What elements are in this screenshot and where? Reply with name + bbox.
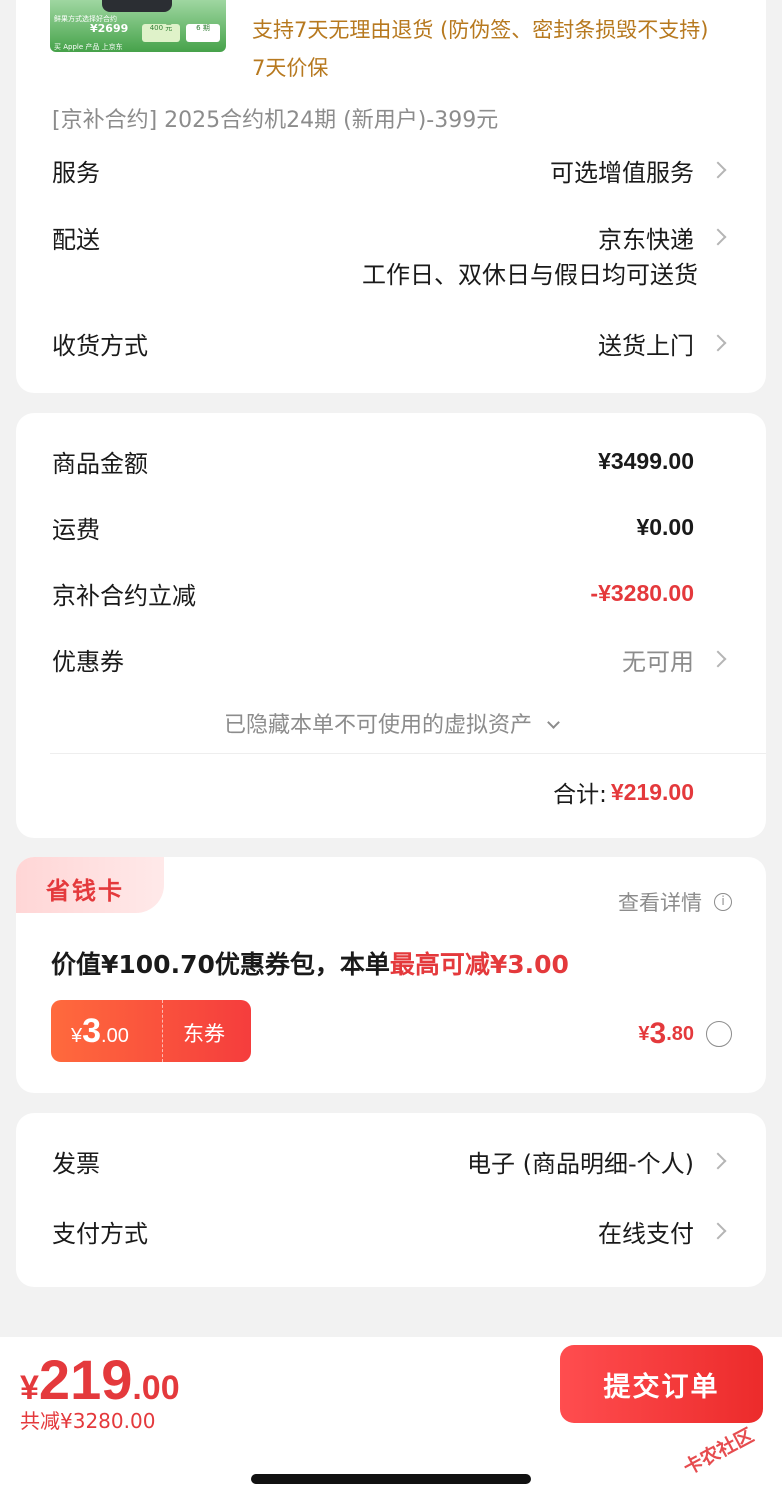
invoice-value: 电子 (商品明细-个人) [466, 1149, 694, 1178]
thumb-price: ¥2699 [90, 22, 129, 35]
chevron-right-icon [709, 334, 727, 352]
goods-amount-row: 商品金额 ¥3499.00 [52, 441, 694, 481]
coupon-divider [162, 1000, 163, 1062]
invoice-label: 发票 [52, 1149, 100, 1178]
view-details-text: 查看详情 [618, 891, 702, 915]
chevron-right-icon [709, 1222, 727, 1240]
freight-label: 运费 [52, 515, 100, 544]
contract-discount-row: 京补合约立减 -¥3280.00 [52, 573, 694, 613]
chevron-right-icon [709, 228, 727, 246]
hidden-assets-toggle[interactable]: 已隐藏本单不可使用的虚拟资产 [16, 707, 766, 739]
saving-price-decimal: .80 [666, 1022, 694, 1045]
coupon-row[interactable]: 优惠券 无可用 [52, 639, 730, 679]
subtotal-value: ¥219.00 [610, 778, 694, 805]
thumb-pill-installment: 6 期 [186, 24, 220, 42]
saving-price: 3 [649, 1017, 667, 1050]
subtotal-label: 合计: [553, 782, 607, 808]
payment-value: 在线支付 [598, 1219, 694, 1248]
coupon-type: 东券 [183, 1022, 225, 1046]
delivery-value: 京东快递 [598, 225, 694, 254]
thumb-slogan: 买 Apple 产品 上京东 [54, 43, 123, 51]
total-currency: ¥ [20, 1369, 39, 1407]
saving-price-currency: ¥ [638, 1022, 650, 1045]
thumb-pill-subsidy: 400 元 [142, 24, 180, 42]
coupon-amount: 3 [82, 1012, 102, 1050]
view-details-link[interactable]: 查看详情 i [618, 887, 732, 917]
checkout-bar: ¥219.00 共减¥3280.00 提交订单 卡农社区 [0, 1337, 782, 1500]
return-policy: 支持7天无理由退货 (防伪签、密封条损毁不支持) [252, 18, 709, 42]
freight-value: ¥0.00 [636, 513, 694, 540]
contract-discount-label: 京补合约立减 [52, 581, 196, 610]
product-thumbnail[interactable]: 鲜果方式选择好合约 ¥2699 400 元 6 期 买 Apple 产品 上京东 [50, 0, 226, 52]
subtotal: 合计: ¥219.00 [553, 775, 694, 809]
goods-amount-label: 商品金额 [52, 449, 148, 478]
invoice-payment-card: 发票 电子 (商品明细-个人) 支付方式 在线支付 [16, 1113, 766, 1287]
saving-card-title: 省钱卡 [46, 877, 124, 905]
saving-desc-highlight: 最高可减¥3.00 [389, 950, 569, 979]
saving-card-select[interactable]: ¥3.80 [638, 1017, 732, 1051]
radio-button[interactable] [706, 1021, 732, 1047]
chevron-down-icon [547, 716, 560, 729]
receive-value: 送货上门 [598, 331, 694, 360]
delivery-row[interactable]: 配送 京东快递 [52, 217, 730, 257]
phone-image [102, 0, 172, 12]
service-value: 可选增值服务 [550, 158, 694, 187]
hidden-assets-text: 已隐藏本单不可使用的虚拟资产 [223, 713, 532, 738]
receive-label: 收货方式 [52, 331, 148, 360]
info-icon: i [714, 893, 732, 911]
coupon-value: 无可用 [622, 647, 694, 676]
goods-amount-value: ¥3499.00 [598, 447, 694, 474]
invoice-row[interactable]: 发票 电子 (商品明细-个人) [52, 1141, 730, 1181]
saving-card-description: 价值¥100.70优惠券包，本单最高可减¥3.00 [51, 945, 569, 981]
payment-label: 支付方式 [52, 1219, 148, 1248]
coupon-label: 优惠券 [52, 647, 124, 676]
price-protection: 7天价保 [252, 56, 329, 80]
coupon-currency: ¥ [71, 1025, 83, 1047]
amount-card: 商品金额 ¥3499.00 运费 ¥0.00 京补合约立减 -¥3280.00 … [16, 413, 766, 838]
service-label: 服务 [52, 158, 100, 187]
saving-desc-text: 价值¥100.70优惠券包，本单 [51, 950, 390, 979]
saving-card-tag: 省钱卡 [16, 857, 164, 913]
freight-row: 运费 ¥0.00 [52, 507, 694, 547]
delivery-label: 配送 [52, 225, 100, 254]
home-indicator[interactable] [251, 1474, 531, 1484]
receive-method-row[interactable]: 收货方式 送货上门 [52, 323, 730, 363]
service-row[interactable]: 服务 可选增值服务 [52, 150, 730, 190]
total-decimal: .00 [132, 1369, 180, 1407]
order-detail-card: 鲜果方式选择好合约 ¥2699 400 元 6 期 买 Apple 产品 上京东… [16, 0, 766, 393]
contract-discount-value: -¥3280.00 [590, 579, 694, 606]
payment-row[interactable]: 支付方式 在线支付 [52, 1211, 730, 1251]
saving-card: 省钱卡 查看详情 i 价值¥100.70优惠券包，本单最高可减¥3.00 ¥3.… [16, 857, 766, 1093]
total-discount: 共减¥3280.00 [20, 1409, 156, 1433]
chevron-right-icon [709, 1152, 727, 1170]
watermark: 卡农社区 [679, 1424, 758, 1480]
contract-plan: [京补合约] 2025合约机24期 (新用户)-399元 [52, 108, 499, 133]
total-price: ¥219.00 [20, 1347, 180, 1412]
chevron-right-icon [709, 161, 727, 179]
divider [50, 753, 766, 754]
total-amount: 219 [38, 1348, 133, 1411]
chevron-right-icon [709, 650, 727, 668]
submit-order-button[interactable]: 提交订单 [560, 1345, 763, 1423]
coupon-ticket: ¥3.00 东券 [51, 1000, 251, 1062]
coupon-decimal: .00 [101, 1025, 129, 1047]
delivery-note: 工作日、双休日与假日均可送货 [362, 261, 698, 289]
